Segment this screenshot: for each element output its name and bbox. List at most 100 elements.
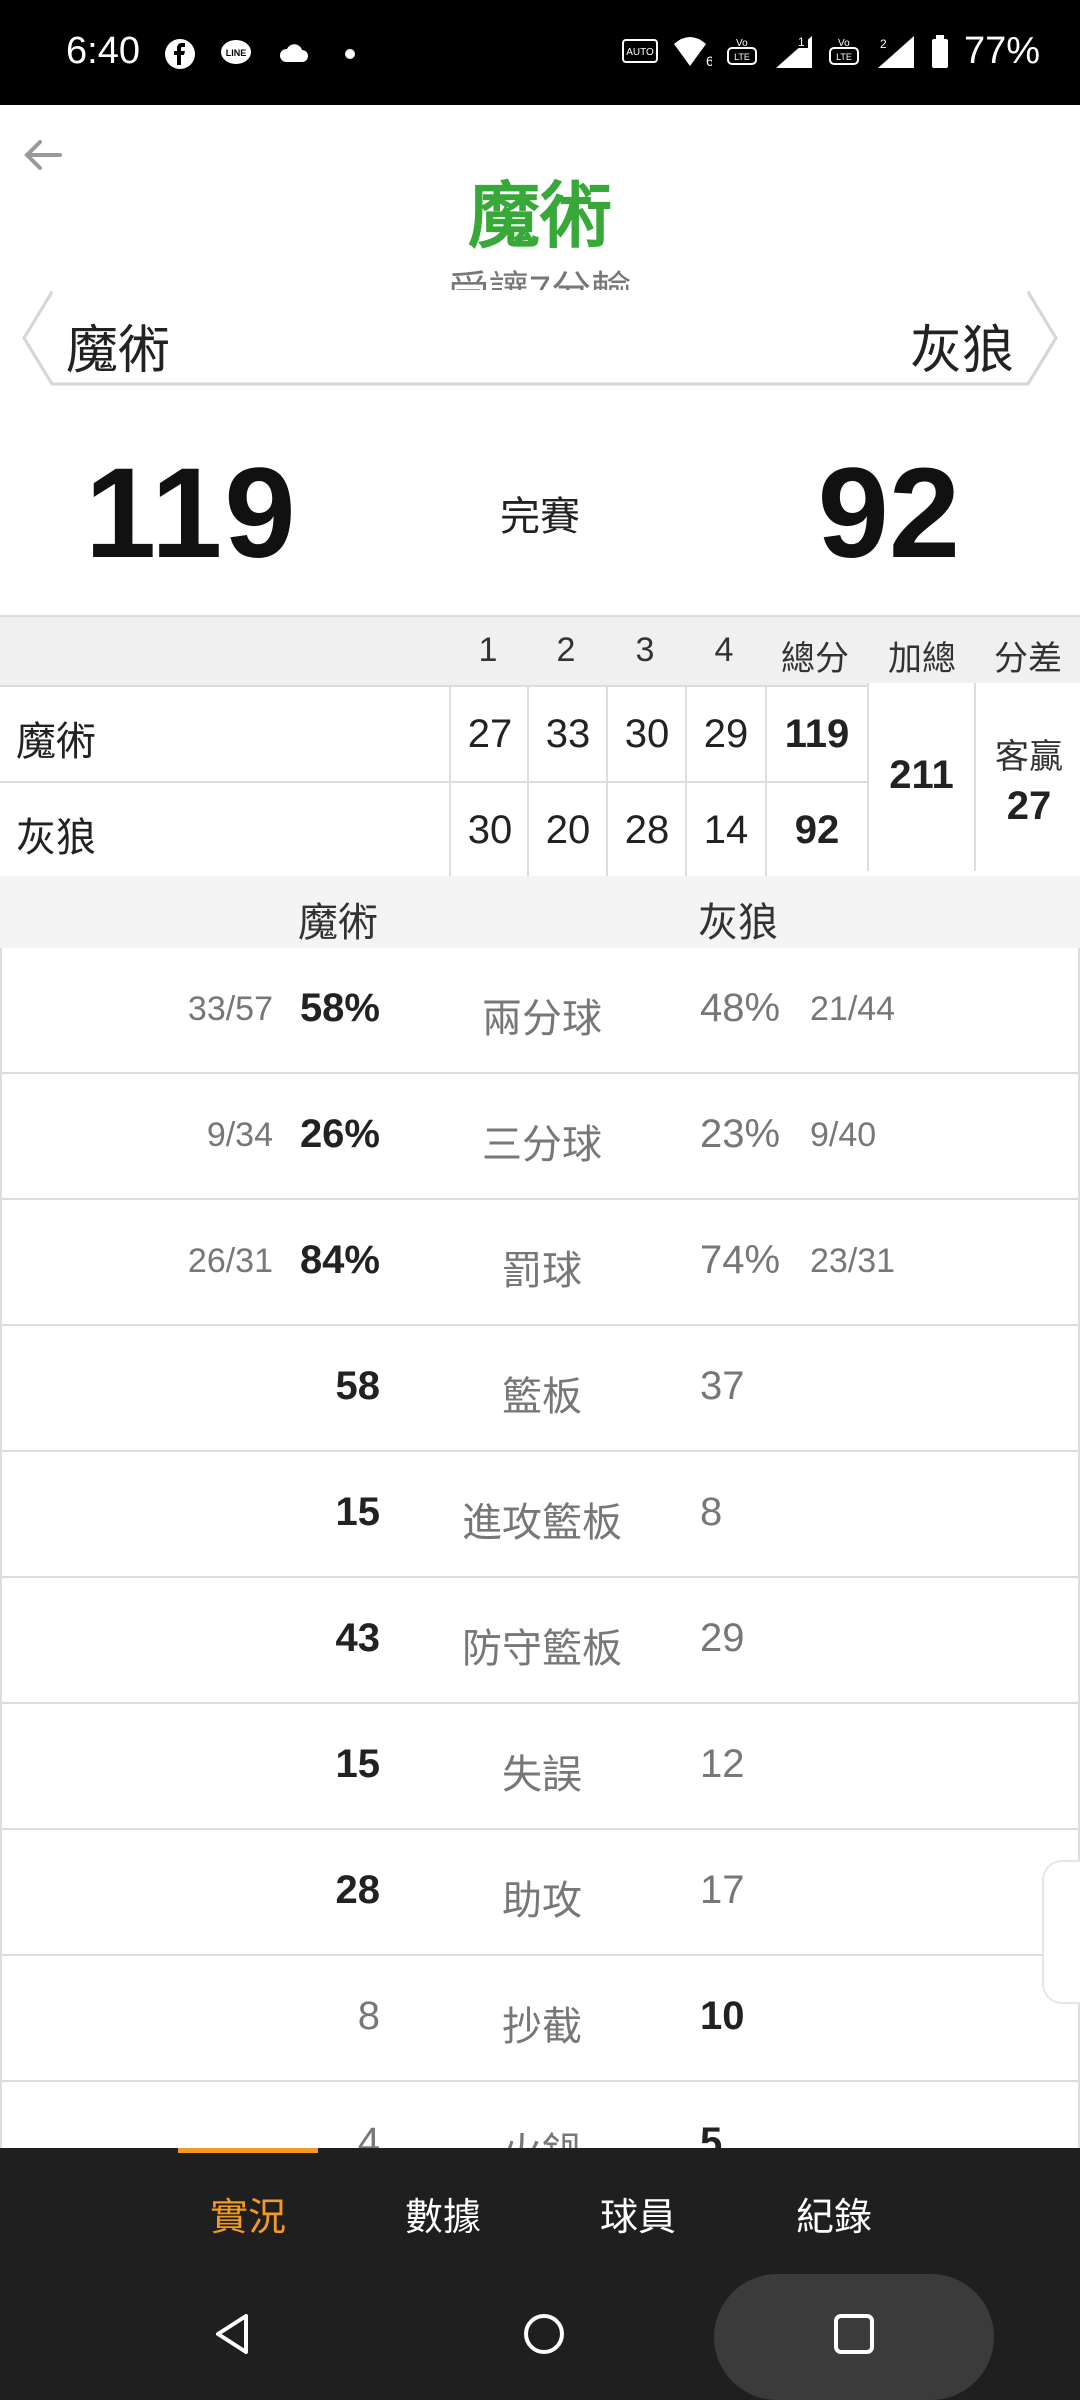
- home-stat: 58: [335, 1364, 381, 1408]
- battery-icon: [931, 34, 948, 68]
- away-stat: 17: [700, 1868, 745, 1912]
- diff-header: 分差: [994, 640, 1062, 678]
- status-bar: 6:40 LINE AUTO 6 LTE Vo 1 LTE Vo 2 77%: [0, 0, 1080, 105]
- svg-text:6: 6: [706, 53, 712, 69]
- stat-label: 兩分球: [482, 997, 602, 1041]
- line-icon: LINE: [221, 40, 251, 64]
- quarter-score: 27: [449, 687, 529, 781]
- stat-row-3pt: 9/34 26% 三分球 23% 9/40: [0, 1074, 1080, 1200]
- away-stat: 48%: [700, 986, 781, 1030]
- quarter-header-row: 1 2 3 4 總分 加總 分差: [0, 615, 1080, 687]
- stat-label: 進攻籃板: [462, 1501, 622, 1545]
- volte-1-icon: LTE Vo: [726, 38, 757, 65]
- away-score: 92: [817, 442, 960, 585]
- stats-list: 33/57 58% 兩分球 48% 21/44 9/34 26% 三分球 23%…: [0, 948, 1080, 2208]
- quarter-header: 2: [556, 631, 576, 669]
- combined-score-cell: 211: [867, 683, 974, 871]
- stat-label: 抄截: [502, 2005, 582, 2049]
- diff-cell: 客贏 27: [974, 683, 1080, 871]
- back-icon[interactable]: [204, 2304, 264, 2364]
- status-right: AUTO 6 LTE Vo 1 LTE Vo 2 77%: [621, 30, 1040, 73]
- away-fraction: 9/40: [810, 1116, 877, 1154]
- team-banner: [22, 290, 1058, 386]
- home-fraction: 33/57: [187, 990, 273, 1028]
- tab-stats[interactable]: 數據: [405, 2186, 481, 2241]
- quarter-score: 33: [527, 687, 607, 781]
- stat-label: 罰球: [502, 1249, 582, 1293]
- away-stat: 37: [700, 1364, 745, 1408]
- away-stat: 10: [700, 1994, 745, 2038]
- home-stat: 26%: [299, 1112, 380, 1156]
- quarter-score: 30: [606, 687, 686, 781]
- stat-label: 三分球: [482, 1123, 602, 1167]
- scroll-handle[interactable]: [1042, 1860, 1080, 2004]
- active-tab-indicator: [178, 2148, 318, 2153]
- stat-row-off-rebounds: 15 進攻籃板 8: [0, 1452, 1080, 1578]
- stat-row-ft: 26/31 84% 罰球 74% 23/31: [0, 1200, 1080, 1326]
- away-stat: 8: [700, 1490, 723, 1534]
- quarter-score: 14: [685, 783, 765, 877]
- wifi-6-icon: 6: [673, 36, 712, 69]
- svg-text:LTE: LTE: [734, 52, 750, 62]
- home-team-name[interactable]: 魔術: [66, 308, 170, 383]
- stats-away-team: 灰狼: [698, 901, 778, 945]
- quarter-score: 20: [527, 783, 607, 877]
- away-stat: 29: [700, 1616, 745, 1660]
- stat-row-turnovers: 15 失誤 12: [0, 1704, 1080, 1830]
- svg-text:1: 1: [798, 35, 805, 49]
- away-stat: 12: [700, 1742, 745, 1786]
- svg-text:Vo: Vo: [736, 38, 748, 49]
- stat-label: 防守籃板: [462, 1627, 622, 1671]
- away-fraction: 21/44: [810, 990, 896, 1028]
- quarter-score: 29: [685, 687, 765, 781]
- signal-icon: 1: [775, 33, 812, 68]
- home-stat: 84%: [299, 1238, 380, 1282]
- stat-label: 失誤: [502, 1753, 582, 1797]
- home-stat: 28: [335, 1868, 381, 1912]
- tab-players[interactable]: 球員: [600, 2186, 676, 2241]
- tab-live[interactable]: 實況: [210, 2186, 286, 2241]
- stat-row-steals: 8 抄截 10: [0, 1956, 1080, 2082]
- status-time: 6:40: [66, 30, 140, 72]
- svg-text:LINE: LINE: [226, 48, 247, 58]
- team-name: 魔術: [16, 720, 96, 764]
- auto-hz-icon: AUTO: [621, 38, 658, 63]
- home-fraction: 26/31: [187, 1242, 273, 1280]
- dot-icon: [345, 49, 355, 59]
- page-title: 魔術: [467, 177, 612, 257]
- quarter-header: 4: [714, 631, 734, 669]
- quarter-header: 3: [635, 631, 655, 669]
- home-stat: 58%: [299, 986, 380, 1030]
- home-stat: 15: [335, 1742, 381, 1786]
- svg-text:Vo: Vo: [838, 38, 850, 49]
- home-icon[interactable]: [514, 2304, 574, 2364]
- stat-row-2pt: 33/57 58% 兩分球 48% 21/44: [0, 948, 1080, 1074]
- total-header: 總分: [781, 640, 849, 678]
- battery-percent: 77%: [963, 30, 1040, 72]
- away-stat: 23%: [700, 1112, 781, 1156]
- svg-text:2: 2: [880, 37, 887, 51]
- total-score: 119: [765, 687, 867, 781]
- facebook-icon: [165, 39, 195, 69]
- stat-row-def-rebounds: 43 防守籃板 29: [0, 1578, 1080, 1704]
- stat-row-rebounds: 58 籃板 37: [0, 1326, 1080, 1452]
- tab-records[interactable]: 紀錄: [796, 2186, 872, 2241]
- cloud-icon: [279, 44, 308, 62]
- away-team-name[interactable]: 灰狼: [910, 308, 1014, 383]
- total-score: 92: [765, 783, 867, 877]
- diff-value: 27: [1006, 784, 1052, 828]
- quarter-score-table: 1 2 3 4 總分 加總 分差 魔術 27 33 30 29 119 灰狼 3…: [0, 615, 1080, 879]
- team-name: 灰狼: [16, 816, 96, 860]
- home-stat: 15: [335, 1490, 381, 1534]
- stat-label: 籃板: [502, 1375, 582, 1419]
- recents-icon[interactable]: [824, 2304, 884, 2364]
- away-stat: 74%: [700, 1238, 781, 1282]
- home-stat: 8: [357, 1994, 380, 2038]
- quarter-score: 30: [449, 783, 529, 877]
- stats-team-header: 魔術 灰狼: [0, 876, 1080, 950]
- home-fraction: 9/34: [206, 1116, 273, 1154]
- volte-2-icon: LTE Vo: [828, 38, 859, 65]
- combined-header: 加總: [888, 640, 956, 678]
- system-nav-bar: [0, 2266, 1080, 2400]
- combined-score: 211: [889, 753, 954, 797]
